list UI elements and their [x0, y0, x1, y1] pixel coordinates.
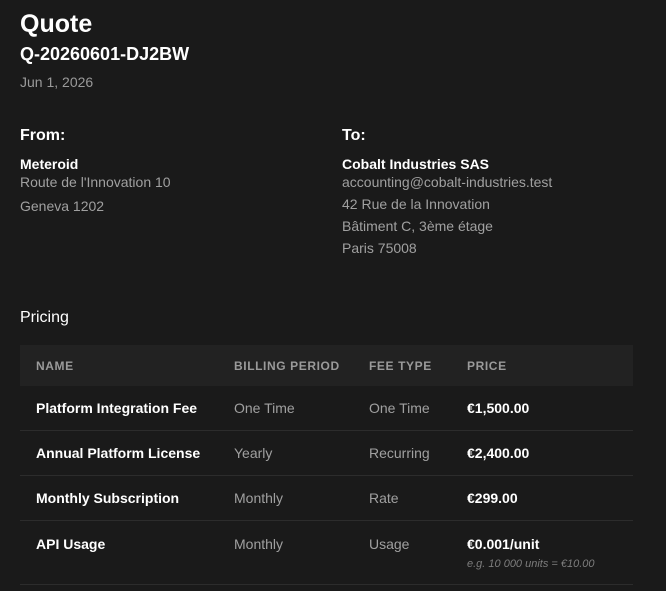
cell-fee-type: Rate [353, 475, 451, 521]
cell-name: Platform Integration Fee [20, 386, 218, 431]
quote-date: Jun 1, 2026 [20, 74, 94, 90]
recipient-address-building: Bâtiment C, 3ème étage [342, 218, 493, 234]
recipient-address-street: 42 Rue de la Innovation [342, 196, 490, 212]
cell-price: €2,400.00 [451, 430, 633, 476]
recipient-name: Cobalt Industries SAS [342, 156, 490, 172]
table-row: API Usage Monthly Usage €0.001/unit e.g.… [20, 520, 633, 585]
cell-price: €1,500.00 [451, 386, 633, 431]
from-section: From: Meteroid Route de l'Innovation 10 … [20, 126, 320, 221]
page-title: Quote [20, 10, 93, 38]
column-header-billing-period: Billing Period [234, 358, 340, 373]
pricing-title: Pricing [20, 309, 69, 326]
cell-billing-period: Monthly [218, 520, 353, 585]
table-header-row: Name Billing Period Fee Type Price [20, 345, 633, 386]
column-header-fee-type: Fee Type [369, 358, 432, 373]
price-example: e.g. 10 000 units = €10.00 [467, 558, 595, 570]
cell-fee-type: Usage [353, 520, 451, 585]
cell-billing-period: Yearly [218, 430, 353, 476]
cell-billing-period: One Time [218, 386, 353, 431]
table-row: Monthly Subscription Monthly Rate €299.0… [20, 475, 633, 521]
quote-number: Q-20260601-DJ2BW [20, 44, 190, 64]
sender-address-street: Route de l'Innovation 10 [20, 174, 171, 190]
table-row: Platform Integration Fee One Time One Ti… [20, 386, 633, 431]
sender-address-city: Geneva 1202 [20, 198, 105, 214]
cell-name: Monthly Subscription [20, 475, 218, 521]
recipient-email: accounting@cobalt-industries.test [342, 174, 553, 190]
column-header-name: Name [36, 358, 74, 373]
table-row: Annual Platform License Yearly Recurring… [20, 430, 633, 476]
recipient-address-city: Paris 75008 [342, 240, 417, 256]
cell-fee-type: Recurring [353, 430, 451, 476]
cell-fee-type: One Time [353, 386, 451, 431]
to-heading: To: [342, 127, 366, 144]
cell-price: €0.001/unit e.g. 10 000 units = €10.00 [451, 520, 633, 585]
cell-name: API Usage [20, 520, 218, 585]
cell-price: €299.00 [451, 475, 633, 521]
cell-billing-period: Monthly [218, 475, 353, 521]
sender-name: Meteroid [20, 156, 79, 172]
from-heading: From: [20, 127, 66, 144]
cell-name: Annual Platform License [20, 430, 218, 476]
pricing-table: Name Billing Period Fee Type Price Platf… [20, 345, 633, 585]
column-header-price: Price [467, 358, 507, 373]
price-value: €0.001/unit [467, 536, 540, 552]
to-section: To: Cobalt Industries SAS accounting@cob… [342, 126, 642, 261]
